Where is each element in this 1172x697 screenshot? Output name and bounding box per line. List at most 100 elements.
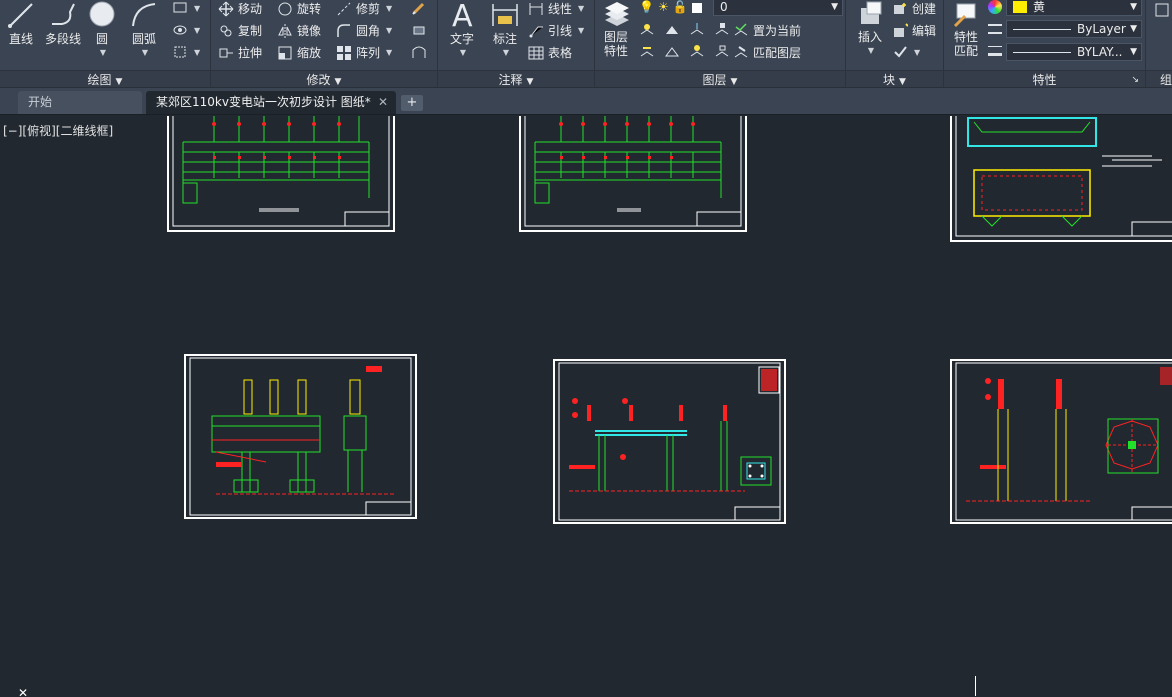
new-tab-button[interactable]: + [401, 95, 423, 111]
sun-icon[interactable]: ☀ [658, 0, 669, 14]
scale-icon [278, 46, 292, 59]
plus-icon: + [406, 95, 418, 110]
block-attribute-tool[interactable]: ▼ [892, 44, 920, 60]
match-properties-icon [953, 3, 976, 28]
group-panel-title[interactable]: 组 [1146, 70, 1172, 87]
lock-icon[interactable]: 🔓 [673, 0, 688, 14]
match-layer-tool[interactable]: 匹配图层 [733, 44, 801, 61]
erase-tool[interactable] [411, 0, 427, 16]
stretch-tool[interactable]: 拉伸 [218, 44, 262, 61]
text-tool[interactable]: A 文字 ▼ [442, 0, 482, 60]
move-tool[interactable]: 移动 [218, 0, 262, 17]
drawing-canvas[interactable]: [−][俯视][二维线框] ✕ [0, 116, 1172, 697]
annotation-panel-title[interactable]: 注释 ▼ [438, 70, 594, 87]
set-current-layer-tool[interactable]: 置为当前 [733, 22, 801, 39]
insulator-elevation-drawing [955, 362, 1172, 521]
edit-block-icon [894, 22, 908, 37]
chevron-down-icon[interactable]: ▼ [88, 46, 118, 60]
explode-tool[interactable] [411, 22, 427, 38]
tab-drawing[interactable]: 某郊区110kv变电站一次初步设计 图纸* ✕ [146, 91, 396, 114]
dimension-tool[interactable]: 标注 ▼ [486, 0, 524, 60]
trim-tool[interactable]: 修剪 ▼ [336, 0, 392, 17]
draw-panel: 直线 多段线 圆 ▼ 圆弧 ▼ ▼ ▼ ▼ 绘图 ▼ [0, 0, 211, 87]
line-tool[interactable]: 直线 [4, 0, 38, 46]
table-tool[interactable]: 表格 [528, 44, 572, 61]
chevron-down-icon[interactable]: ▼ [488, 46, 524, 60]
close-icon[interactable]: ✕ [378, 91, 388, 114]
copy-tool[interactable]: 复制 [218, 22, 262, 39]
rotate-tool[interactable]: 旋转 [277, 0, 321, 17]
block-panel-title[interactable]: 块 ▼ [846, 70, 943, 87]
match-properties-tool[interactable]: 特性 匹配 [948, 0, 984, 58]
mirror-tool[interactable]: 镜像 [277, 22, 321, 39]
scale-tool[interactable]: 缩放 [277, 44, 321, 61]
insert-block-tool[interactable]: 插入 ▼ [850, 0, 890, 58]
create-block-tool[interactable]: 创建 [892, 0, 936, 17]
drawing-sheet[interactable] [553, 359, 786, 524]
ucs-icon: ✕ [18, 686, 29, 697]
modify-panel: 移动 旋转 修剪 ▼ 复制 镜像 圆角 ▼ 拉伸 缩放 阵列 ▼ 修改 ▼ [211, 0, 438, 87]
fillet-tool[interactable]: 圆角 ▼ [336, 22, 392, 39]
linear-tool[interactable]: 线性 ▼ [528, 0, 584, 17]
linear-dim-icon [529, 2, 543, 15]
layer-thaw-icon[interactable] [689, 44, 705, 60]
viewport-controls[interactable]: [−][俯视][二维线框] [3, 122, 113, 139]
layer-isolate-icon[interactable] [664, 22, 680, 38]
layer-dropdown[interactable]: 0 ▼ [713, 0, 843, 16]
drawing-sheet[interactable] [950, 359, 1172, 524]
single-line-diagram [172, 116, 390, 227]
tab-start[interactable]: 开始 [18, 91, 142, 114]
layer-unisolate-icon[interactable] [664, 44, 680, 60]
properties-panel-title[interactable]: 特性 ↘ [944, 70, 1145, 87]
layer-tool-row-2 [639, 22, 730, 38]
color-square-icon[interactable] [691, 3, 702, 13]
equipment-elevation-drawing [189, 357, 412, 516]
group-icon[interactable] [1154, 2, 1170, 18]
region-tool[interactable]: ▼ [172, 44, 200, 60]
array-icon [337, 45, 351, 60]
arc-tool[interactable]: 圆弧 ▼ [124, 0, 164, 60]
text-icon: A [452, 0, 473, 30]
dimension-icon [492, 4, 518, 26]
drawing-sheet[interactable] [950, 116, 1172, 242]
draw-panel-title[interactable]: 绘图 ▼ [0, 70, 210, 87]
match-layer-icon [734, 45, 748, 57]
layer-state-icons: 💡 ☀ 🔓 [639, 0, 702, 14]
layer-off-icon[interactable] [639, 22, 655, 38]
drawing-sheet[interactable] [184, 354, 417, 519]
color-wheel-icon[interactable] [988, 0, 1002, 14]
chevron-down-icon[interactable]: ▼ [852, 44, 890, 58]
drawing-sheet[interactable] [519, 116, 747, 232]
chevron-down-icon[interactable]: ▼ [444, 46, 482, 60]
circle-tool[interactable]: 圆 ▼ [86, 0, 118, 60]
polyline-tool[interactable]: 多段线 [42, 0, 84, 46]
stretch-icon [219, 48, 233, 57]
rectangle-tool[interactable]: ▼ [172, 0, 200, 16]
linetype-dropdown[interactable]: ByLayer ▼ [1006, 20, 1142, 38]
linetype-icon[interactable] [988, 24, 1002, 34]
svg-text:A: A [452, 0, 473, 30]
layer-lock-icon[interactable] [714, 22, 730, 38]
lineweight-dropdown[interactable]: BYLAY... ▼ [1006, 43, 1142, 61]
color-dropdown[interactable]: 黄 ▼ [1006, 0, 1142, 16]
rectangle-icon [173, 2, 187, 13]
layer-on-icon[interactable] [639, 44, 655, 60]
lineweight-icon[interactable] [988, 46, 1002, 56]
leader-tool[interactable]: 引线 ▼ [528, 22, 584, 39]
circle-icon [89, 1, 115, 27]
layer-unlock-icon[interactable] [714, 44, 730, 60]
layer-properties-tool[interactable]: 图层 特性 [597, 0, 635, 58]
hatch-tool[interactable]: ▼ [172, 22, 200, 38]
single-line-diagram [524, 116, 742, 227]
drawing-sheet[interactable] [167, 116, 395, 232]
lightbulb-icon[interactable]: 💡 [639, 0, 654, 14]
layers-panel-title[interactable]: 图层 ▼ [595, 70, 845, 87]
layer-freeze-icon[interactable] [689, 22, 705, 38]
trim-icon [337, 2, 351, 15]
chevron-down-icon[interactable]: ▼ [126, 46, 164, 60]
edit-block-tool[interactable]: 编辑 [892, 22, 936, 39]
modify-panel-title[interactable]: 修改 ▼ [211, 70, 437, 87]
offset-tool[interactable] [411, 44, 427, 60]
table-icon [528, 46, 544, 59]
array-tool[interactable]: 阵列 ▼ [336, 44, 392, 61]
